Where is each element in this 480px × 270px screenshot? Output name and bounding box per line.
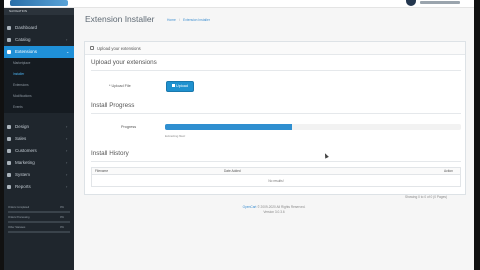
sidebar-item-marketing[interactable]: Marketing › bbox=[4, 157, 74, 169]
footer-copyright-text: © 2009-2020 All Rights Reserved. bbox=[257, 205, 306, 209]
sidebar-item-label: Extensions bbox=[15, 49, 38, 54]
breadcrumb-home[interactable]: Home bbox=[167, 18, 176, 22]
panel-title: Upload your extensions bbox=[97, 46, 141, 51]
chevron-right-icon: › bbox=[66, 184, 68, 189]
cart-icon bbox=[7, 137, 11, 141]
sidebar-subitem-label: Extensions bbox=[13, 83, 29, 87]
sidebar-item-customers[interactable]: Customers › bbox=[4, 145, 74, 157]
sidebar-subitem-marketplace[interactable]: Marketplace bbox=[4, 58, 74, 69]
dashboard-icon bbox=[7, 26, 11, 30]
chevron-right-icon: › bbox=[66, 124, 68, 129]
chevron-down-icon: ⌄ bbox=[66, 49, 70, 54]
column-filename[interactable]: Filename bbox=[95, 168, 108, 175]
installer-panel: Upload your extensions Upload your exten… bbox=[84, 41, 466, 199]
footer-copyright: OpenCart © 2009-2020 All Rights Reserved… bbox=[204, 205, 344, 209]
sidebar-item-label: System bbox=[15, 172, 31, 177]
stat-track bbox=[8, 221, 70, 223]
puzzle-icon bbox=[7, 50, 11, 54]
install-history-table: Filename Date Added Action No results! bbox=[91, 167, 461, 187]
sidebar-item-catalog[interactable]: Catalog › bbox=[4, 34, 74, 46]
progress-status: Extracting files! bbox=[165, 134, 186, 138]
opencart-logo[interactable] bbox=[10, 0, 68, 6]
sidebar: NAVIGATION Dashboard Catalog › Extension… bbox=[4, 8, 74, 270]
tag-icon bbox=[7, 38, 11, 42]
monitor-icon bbox=[7, 125, 11, 129]
stat-other-statuses: Other Statuses 0% bbox=[8, 226, 70, 234]
sidebar-subitem-installer[interactable]: Installer bbox=[4, 69, 74, 80]
stat-label: Orders Processing bbox=[8, 216, 30, 219]
sidebar-item-label: Marketing bbox=[15, 160, 35, 165]
upload-icon bbox=[171, 84, 175, 87]
sidebar-item-design[interactable]: Design › bbox=[4, 121, 74, 133]
sidebar-item-system[interactable]: System › bbox=[4, 169, 74, 181]
progress-label: Progress bbox=[121, 125, 137, 129]
sidebar-item-label: Catalog bbox=[15, 37, 31, 42]
user-menu[interactable] bbox=[420, 1, 460, 4]
divider bbox=[91, 113, 461, 114]
table-header: Filename Date Added Action bbox=[92, 168, 460, 175]
sidebar-subitem-extensions[interactable]: Extensions bbox=[4, 80, 74, 91]
pencil-icon bbox=[90, 46, 94, 50]
divider bbox=[91, 161, 461, 162]
sidebar-item-label: Sales bbox=[15, 136, 27, 141]
sidebar-item-label: Dashboard bbox=[15, 25, 38, 30]
progress-bar bbox=[165, 124, 461, 130]
gear-icon bbox=[7, 173, 11, 177]
stat-label: Other Statuses bbox=[8, 226, 26, 229]
upload-button[interactable]: Upload bbox=[166, 81, 194, 92]
table-empty-message: No results! bbox=[268, 179, 284, 183]
top-header bbox=[4, 0, 474, 8]
sidebar-item-label: Reports bbox=[15, 184, 31, 189]
app-window: NAVIGATION Dashboard Catalog › Extension… bbox=[4, 0, 474, 270]
chevron-right-icon: › bbox=[66, 37, 68, 42]
main-content: Extension Installer Home / Extension Ins… bbox=[74, 8, 474, 270]
sidebar-item-reports[interactable]: Reports › bbox=[4, 181, 74, 193]
sidebar-subitem-label: Events bbox=[13, 105, 23, 109]
sidebar-item-dashboard[interactable]: Dashboard bbox=[4, 22, 74, 34]
bar-chart-icon bbox=[7, 185, 11, 189]
upload-file-label: * Upload File bbox=[109, 84, 131, 88]
upload-button-label: Upload bbox=[175, 84, 189, 88]
history-section-title: Install History bbox=[91, 150, 129, 157]
chevron-right-icon: › bbox=[66, 136, 68, 141]
user-icon bbox=[7, 149, 11, 153]
sidebar-item-label: Customers bbox=[15, 148, 37, 153]
sidebar-item-extensions[interactable]: Extensions ⌄ bbox=[4, 46, 74, 58]
stat-value: 0% bbox=[60, 216, 64, 219]
sidebar-item-sales[interactable]: Sales › bbox=[4, 133, 74, 145]
stat-label: Orders Completed bbox=[8, 206, 30, 209]
sidebar-subitem-events[interactable]: Events bbox=[4, 102, 74, 113]
user-avatar[interactable] bbox=[406, 0, 416, 6]
footer-version: Version 3.0.3.6 bbox=[263, 210, 285, 214]
stat-orders-processing: Orders Processing 0% bbox=[8, 216, 70, 224]
breadcrumb-current[interactable]: Extension Installer bbox=[183, 18, 210, 22]
page-title: Extension Installer bbox=[85, 14, 155, 24]
footer-brand-link[interactable]: OpenCart bbox=[243, 205, 257, 209]
chevron-right-icon: › bbox=[66, 160, 68, 165]
chevron-right-icon: › bbox=[66, 148, 68, 153]
panel-heading: Upload your extensions bbox=[85, 42, 465, 55]
sidebar-subitem-label: Installer bbox=[13, 72, 25, 76]
stat-orders-completed: Orders Completed 0% bbox=[8, 206, 70, 214]
stat-value: 0% bbox=[60, 206, 64, 209]
divider bbox=[91, 70, 461, 71]
progress-section-title: Install Progress bbox=[91, 102, 135, 109]
sidebar-item-label: Design bbox=[15, 124, 30, 129]
stat-track bbox=[8, 211, 70, 213]
sidebar-subitem-label: Modifications bbox=[13, 94, 32, 98]
breadcrumb-separator: / bbox=[179, 18, 180, 22]
letterbox-right bbox=[474, 0, 480, 270]
pagination-text: Showing 0 to 0 of 0 (0 Pages) bbox=[405, 195, 447, 199]
progress-bar-fill bbox=[165, 124, 293, 130]
sidebar-subitem-modifications[interactable]: Modifications bbox=[4, 91, 74, 102]
chevron-right-icon: › bbox=[66, 172, 68, 177]
stat-track bbox=[8, 231, 70, 233]
upload-section-title: Upload your extensions bbox=[91, 59, 157, 66]
column-action: Action bbox=[444, 169, 453, 173]
share-icon bbox=[7, 161, 11, 165]
stat-value: 0% bbox=[60, 226, 64, 229]
sidebar-subitem-label: Marketplace bbox=[13, 61, 31, 65]
sidebar-header: NAVIGATION bbox=[4, 8, 74, 15]
column-date-added[interactable]: Date Added bbox=[224, 168, 241, 175]
